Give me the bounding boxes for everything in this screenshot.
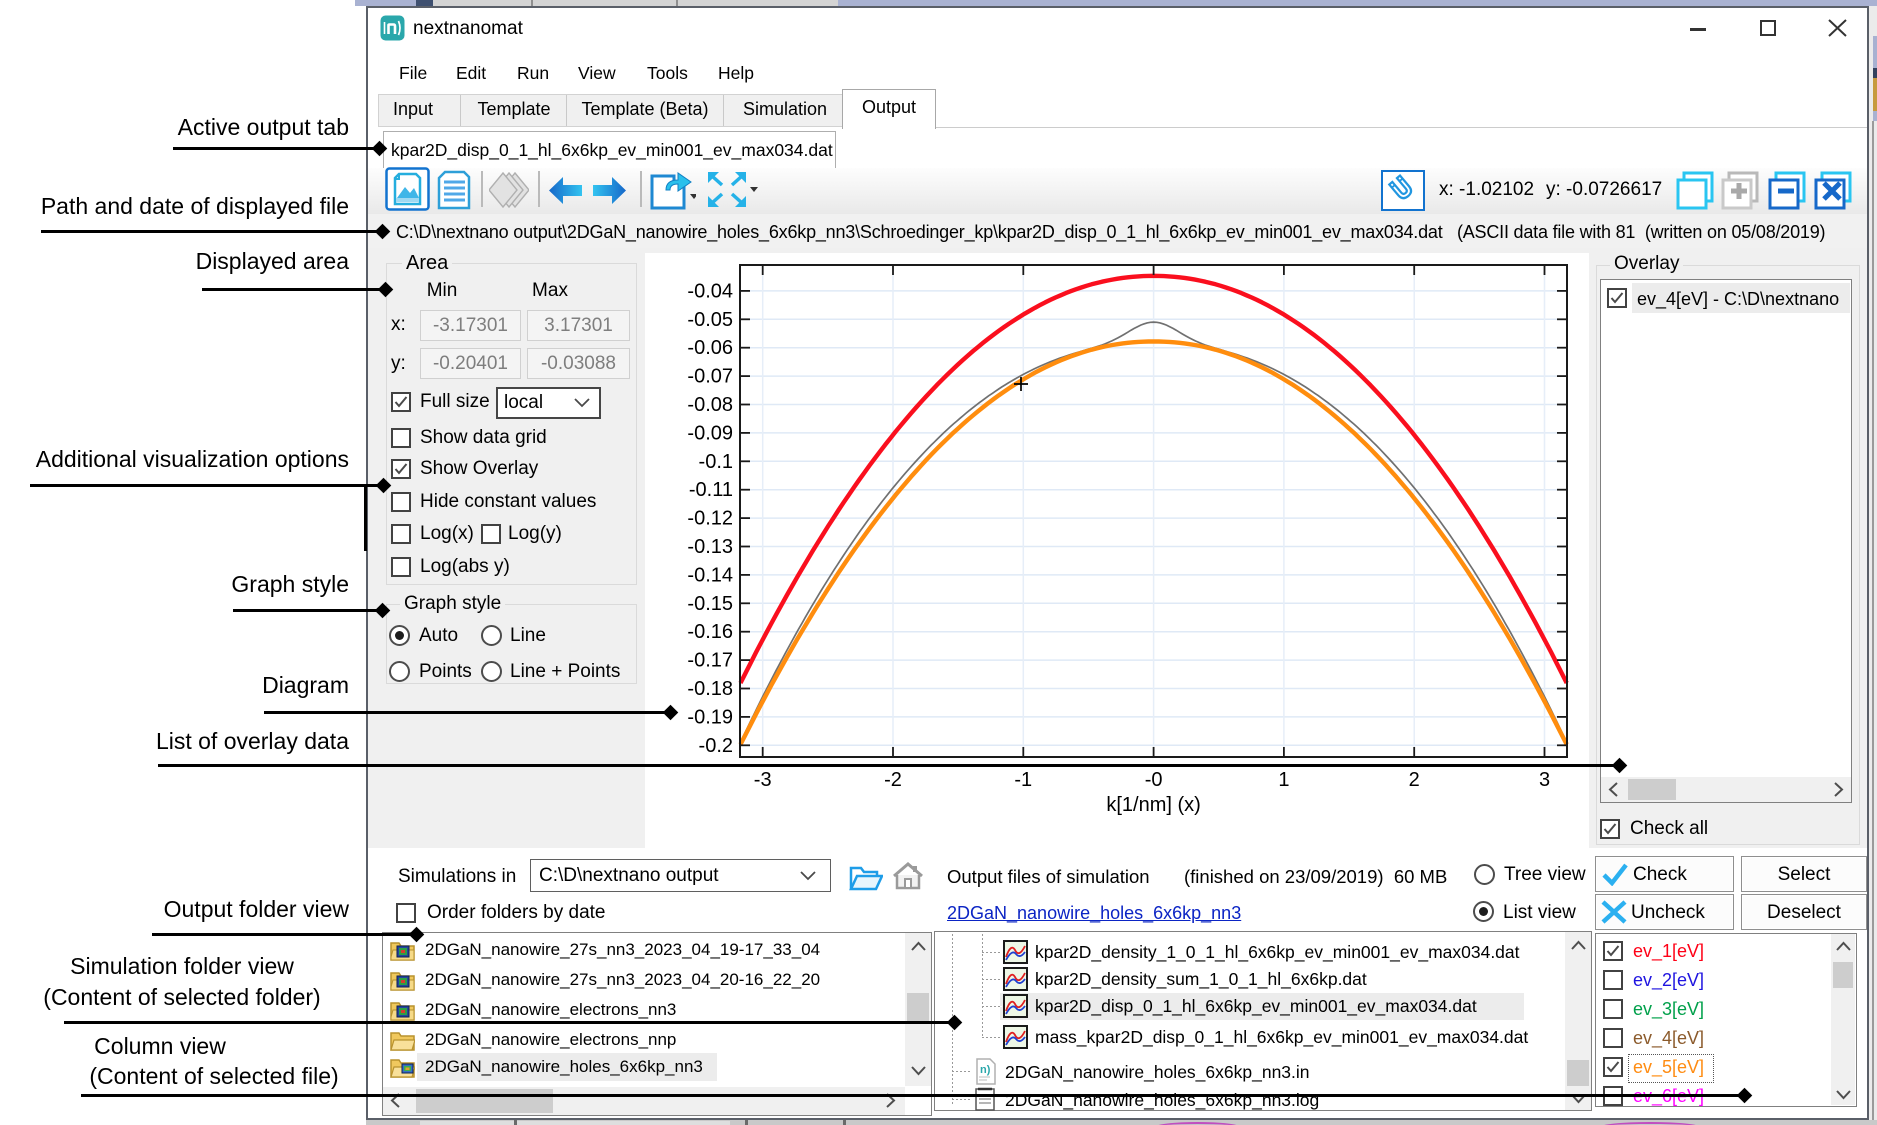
svg-text:-0.2: -0.2 [699, 735, 733, 757]
svg-text:-3: -3 [754, 769, 772, 791]
svg-text:-0.09: -0.09 [687, 422, 733, 444]
svg-text:-0.12: -0.12 [687, 508, 733, 530]
svg-text:2: 2 [1409, 769, 1420, 791]
svg-text:-0.17: -0.17 [687, 650, 733, 672]
svg-text:-0.15: -0.15 [687, 593, 733, 615]
svg-text:-0.18: -0.18 [687, 678, 733, 700]
svg-text:-0.04: -0.04 [687, 280, 733, 302]
svg-text:-0.07: -0.07 [687, 366, 733, 388]
svg-text:-0: -0 [1145, 769, 1163, 791]
svg-text:-0.19: -0.19 [687, 706, 733, 728]
svg-text:n): n) [980, 1064, 991, 1076]
svg-text:-0.11: -0.11 [689, 479, 733, 501]
svg-text:-0.06: -0.06 [687, 337, 733, 359]
svg-text:-1: -1 [1014, 769, 1032, 791]
svg-text:-2: -2 [884, 769, 902, 791]
svg-text:-0.14: -0.14 [687, 564, 733, 586]
svg-text:1: 1 [1278, 769, 1289, 791]
svg-text:-0.08: -0.08 [687, 394, 733, 416]
svg-text:-0.16: -0.16 [687, 621, 733, 643]
svg-text:k[1/nm] (x): k[1/nm] (x) [1106, 794, 1200, 816]
svg-text:-0.05: -0.05 [687, 309, 733, 331]
svg-text:3: 3 [1539, 769, 1550, 791]
svg-text:-0.1: -0.1 [699, 451, 733, 473]
svg-text:-0.13: -0.13 [687, 536, 733, 558]
